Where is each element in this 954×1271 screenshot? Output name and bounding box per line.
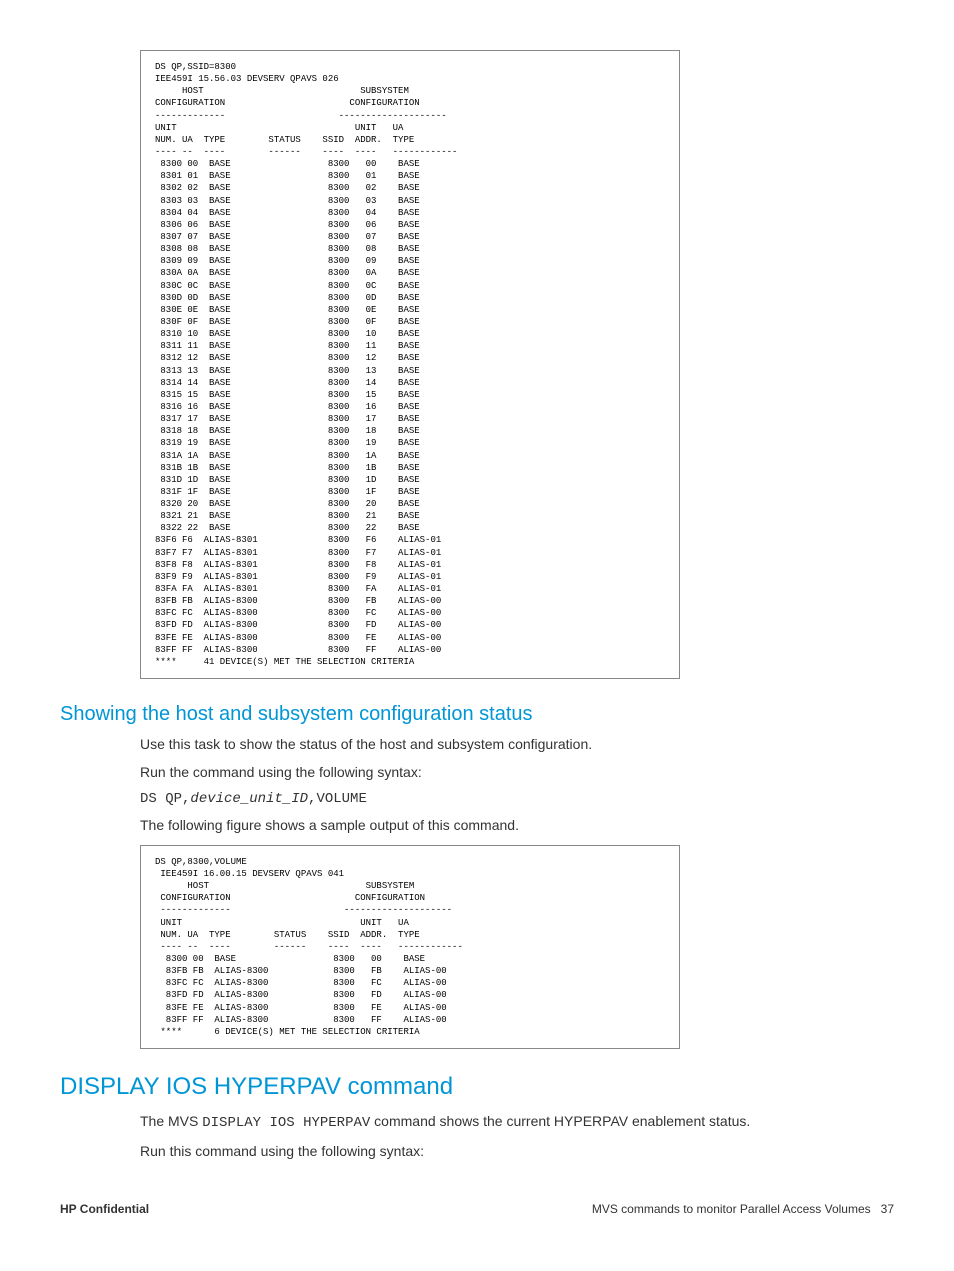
para-use-task: Use this task to show the status of the … <box>140 734 894 754</box>
page-number: 37 <box>881 1202 894 1216</box>
footer-confidential: HP Confidential <box>60 1202 149 1216</box>
command-suffix: ,VOLUME <box>308 791 367 807</box>
command-prefix: DS QP, <box>140 791 190 807</box>
command-variable: device_unit_ID <box>190 791 308 807</box>
terminal-output-figure-1: DS QP,SSID=8300 IEE459I 15.56.03 DEVSERV… <box>140 50 680 679</box>
terminal-output-figure-2: DS QP,8300,VOLUME IEE459I 16.00.15 DEVSE… <box>140 845 680 1049</box>
terminal-output-1: DS QP,SSID=8300 IEE459I 15.56.03 DEVSERV… <box>155 61 665 668</box>
section-heading-config-status: Showing the host and subsystem configura… <box>60 703 894 726</box>
para-run-syntax: Run this command using the following syn… <box>140 1141 894 1161</box>
para-run-command: Run the command using the following synt… <box>140 762 894 782</box>
para-mvs-command: The MVS DISPLAY IOS HYPERPAV command sho… <box>140 1111 894 1133</box>
footer-section-title: MVS commands to monitor Parallel Access … <box>592 1202 894 1216</box>
page-footer: HP Confidential MVS commands to monitor … <box>60 1202 894 1216</box>
inline-command: DISPLAY IOS HYPERPAV <box>202 1115 370 1131</box>
para-following-figure: The following figure shows a sample outp… <box>140 815 894 835</box>
section-heading-display-ios: DISPLAY IOS HYPERPAV command <box>60 1073 894 1101</box>
command-syntax-volume: DS QP,device_unit_ID,VOLUME <box>140 791 894 807</box>
terminal-output-2: DS QP,8300,VOLUME IEE459I 16.00.15 DEVSE… <box>155 856 665 1038</box>
